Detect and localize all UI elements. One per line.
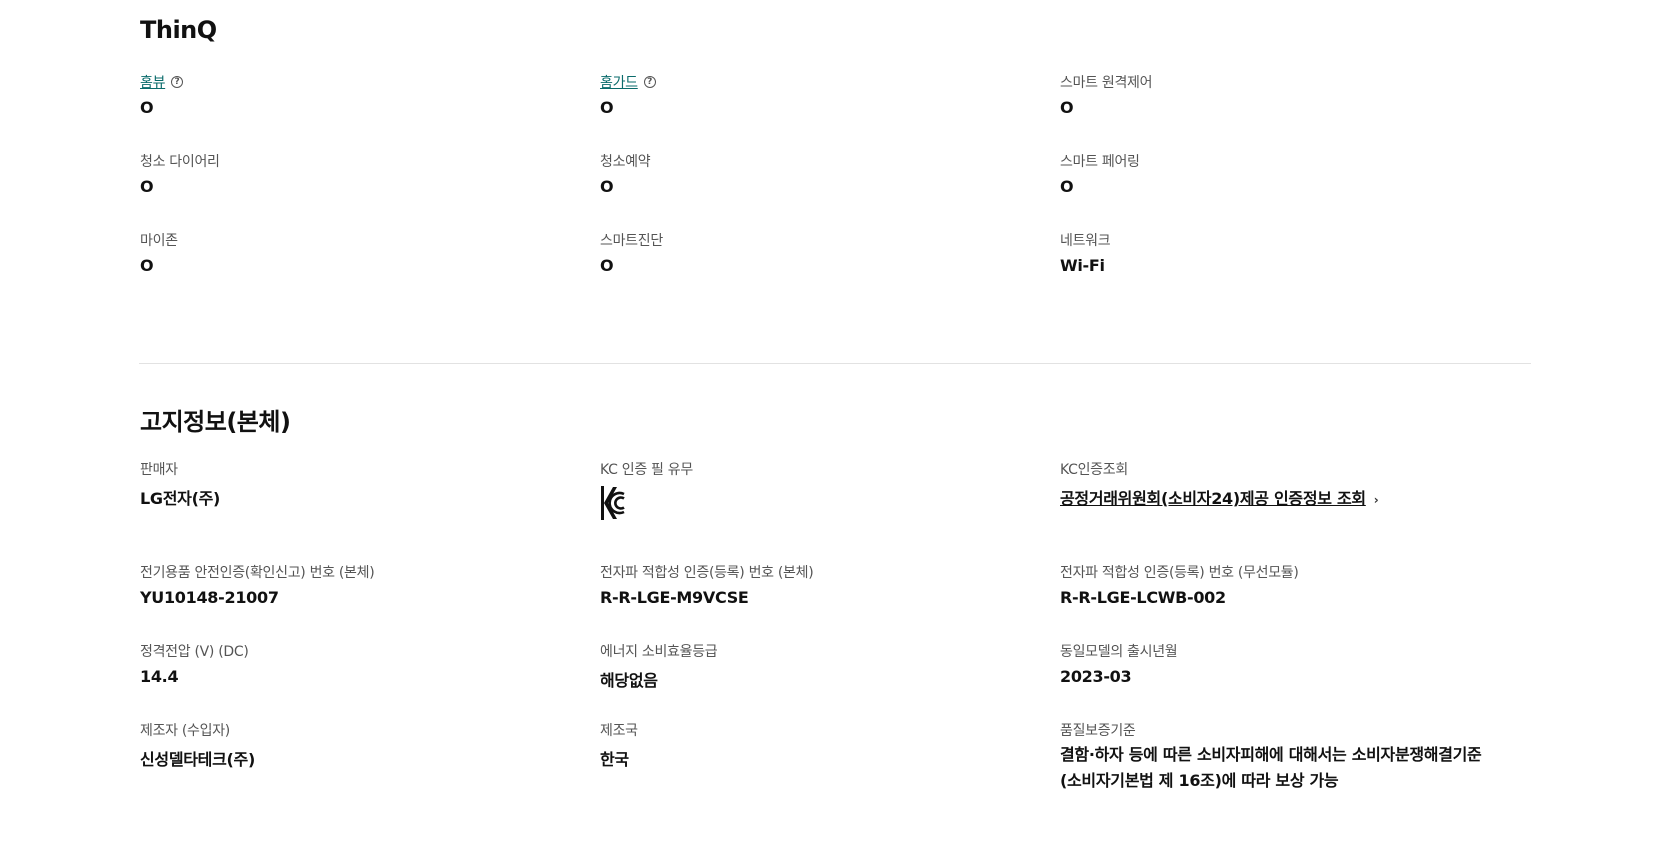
kc-certification-mark-icon bbox=[601, 486, 625, 520]
spec-value: 한국 bbox=[600, 750, 629, 769]
spec-value: 신성델타테크(주) bbox=[140, 750, 255, 769]
spec-value: O bbox=[140, 256, 154, 275]
spec-label: 전자파 적합성 인증(등록) 번호 (무선모듈) bbox=[1060, 565, 1299, 581]
spec-label: 스마트 페어링 bbox=[1060, 154, 1140, 170]
spec-label: 판매자 bbox=[140, 462, 178, 478]
spec-value: R-R-LGE-LCWB-002 bbox=[1060, 588, 1226, 607]
spec-item-smart-pairing: 스마트 페어링 O bbox=[1060, 151, 1500, 196]
kc-lookup-link[interactable]: 공정거래위원회(소비자24)제공 인증정보 조회 bbox=[1060, 485, 1366, 509]
spec-item-smart-diagnosis: 스마트진단 O bbox=[600, 230, 1040, 275]
spec-label: 스마트 원격제어 bbox=[1060, 75, 1153, 91]
spec-value: R-R-LGE-M9VCSE bbox=[600, 588, 749, 607]
spec-label: 제조국 bbox=[600, 723, 638, 739]
spec-item-electrical-safety-cert: 전기용품 안전인증(확인신고) 번호 (본체) YU10148-21007 bbox=[140, 562, 580, 607]
spec-item-emc-cert-body: 전자파 적합성 인증(등록) 번호 (본체) R-R-LGE-M9VCSE bbox=[600, 562, 1040, 607]
spec-label: 에너지 소비효율등급 bbox=[600, 644, 718, 660]
spec-value: O bbox=[140, 177, 154, 196]
spec-label: 마이존 bbox=[140, 233, 178, 249]
spec-item-rated-voltage: 정격전압 (V) (DC) 14.4 bbox=[140, 641, 580, 686]
kc-lookup-link-text[interactable]: 공정거래위원회(소비자24)제공 인증정보 조회 bbox=[1060, 485, 1366, 509]
spec-label: 동일모델의 출시년월 bbox=[1060, 644, 1178, 660]
spec-label: KC 인증 필 유무 bbox=[600, 462, 693, 478]
spec-label: 전기용품 안전인증(확인신고) 번호 (본체) bbox=[140, 565, 375, 581]
spec-item-kc-certification: KC 인증 필 유무 bbox=[600, 459, 1040, 521]
spec-item-cleaning-diary: 청소 다이어리 O bbox=[140, 151, 580, 196]
spec-item-kc-lookup: KC인증조회 공정거래위원회(소비자24)제공 인증정보 조회 › bbox=[1060, 459, 1500, 509]
spec-item-seller: 판매자 LG전자(주) bbox=[140, 459, 580, 509]
spec-item-emc-cert-wireless: 전자파 적합성 인증(등록) 번호 (무선모듈) R-R-LGE-LCWB-00… bbox=[1060, 562, 1500, 607]
spec-item-release-date: 동일모델의 출시년월 2023-03 bbox=[1060, 641, 1500, 686]
spec-value: O bbox=[140, 98, 154, 117]
spec-item-country-of-origin: 제조국 한국 bbox=[600, 720, 1040, 770]
question-circle-icon[interactable]: ? bbox=[643, 76, 656, 88]
spec-value: 2023-03 bbox=[1060, 667, 1132, 686]
spec-label: 정격전압 (V) (DC) bbox=[140, 644, 249, 660]
spec-value: O bbox=[600, 177, 614, 196]
section-divider bbox=[139, 363, 1531, 364]
spec-item-homeview: 홈뷰 ? O bbox=[140, 72, 580, 117]
spec-value: 해당없음 bbox=[600, 671, 658, 690]
spec-label: 네트워크 bbox=[1060, 233, 1111, 249]
spec-label: KC인증조회 bbox=[1060, 462, 1128, 478]
spec-label: 청소예약 bbox=[600, 154, 651, 170]
homeguard-link[interactable]: 홈가드 bbox=[600, 72, 638, 92]
spec-value: O bbox=[600, 98, 614, 117]
homeview-link[interactable]: 홈뷰 bbox=[140, 72, 165, 92]
spec-value: O bbox=[600, 256, 614, 275]
spec-label: 전자파 적합성 인증(등록) 번호 (본체) bbox=[600, 565, 814, 581]
chevron-right-icon[interactable]: › bbox=[1374, 493, 1379, 507]
question-circle-icon[interactable]: ? bbox=[171, 76, 184, 88]
spec-value: LG전자(주) bbox=[140, 489, 221, 508]
spec-item-energy-grade: 에너지 소비효율등급 해당없음 bbox=[600, 641, 1040, 691]
spec-value: YU10148-21007 bbox=[140, 588, 279, 607]
spec-item-network: 네트워크 Wi-Fi bbox=[1060, 230, 1500, 275]
spec-value: 14.4 bbox=[140, 667, 179, 686]
spec-label: 청소 다이어리 bbox=[140, 154, 220, 170]
spec-item-quality-warranty: 품질보증기준 결함·하자 등에 따른 소비자피해에 대해서는 소비자분쟁해결기준… bbox=[1060, 720, 1500, 794]
spec-label: 스마트진단 bbox=[600, 233, 663, 249]
spec-value: O bbox=[1060, 98, 1074, 117]
section-title-thinq: ThinQ bbox=[140, 16, 217, 44]
spec-item-cleaning-schedule: 청소예약 O bbox=[600, 151, 1040, 196]
spec-label: 제조자 (수입자) bbox=[140, 723, 230, 739]
spec-value: O bbox=[1060, 177, 1074, 196]
spec-item-manufacturer: 제조자 (수입자) 신성델타테크(주) bbox=[140, 720, 580, 770]
spec-item-homeguard: 홈가드 ? O bbox=[600, 72, 1040, 117]
spec-value: Wi-Fi bbox=[1060, 256, 1105, 275]
spec-label: 품질보증기준 bbox=[1060, 723, 1136, 739]
spec-value: 결함·하자 등에 따른 소비자피해에 대해서는 소비자분쟁해결기준 (소비자기본… bbox=[1060, 745, 1482, 790]
spec-item-smart-remote-control: 스마트 원격제어 O bbox=[1060, 72, 1500, 117]
spec-item-my-zone: 마이존 O bbox=[140, 230, 580, 275]
section-title-notice: 고지정보(본체) bbox=[140, 408, 291, 436]
